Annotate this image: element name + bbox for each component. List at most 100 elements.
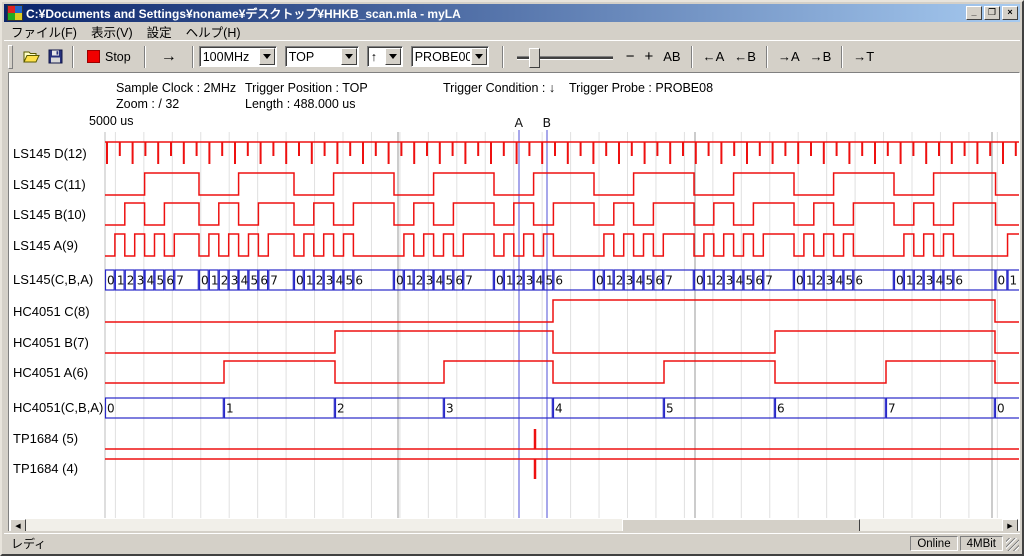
status-message: レディ [4,535,910,552]
svg-text:4: 4 [555,402,563,416]
floppy-disk-icon [48,49,63,64]
menu-bar: ファイル(F) 表示(V) 設定 ヘルプ(H) [4,22,1020,40]
toolbar-separator [502,46,504,68]
svg-text:0: 0 [107,274,115,288]
toolbar-separator [841,46,843,68]
waveform-panel: AB01234567012345670123456012345670123456… [8,72,1020,538]
svg-text:0: 0 [896,274,904,288]
time-division-label: 5000 us [89,114,133,128]
svg-text:5: 5 [746,274,754,288]
svg-text:4: 4 [436,274,444,288]
svg-text:2: 2 [316,274,324,288]
svg-text:2: 2 [616,274,624,288]
signal-ls145-b-10 [105,203,1019,225]
signal-hc4051-c-b-a: 012345670 [106,398,1020,418]
svg-text:2: 2 [127,274,135,288]
slider-thumb[interactable] [529,48,540,68]
svg-text:7: 7 [176,274,184,288]
svg-text:4: 4 [336,274,344,288]
zoom-slider[interactable] [515,46,615,68]
signal-label-tp1684-4: TP1684 (4) [13,461,78,476]
save-button[interactable] [43,45,67,69]
signal-hc4051-a-6 [105,361,1019,383]
title-bar[interactable]: C:¥Documents and Settings¥noname¥デスクトップ¥… [4,4,1020,22]
open-file-button[interactable] [19,45,43,69]
toolbar-grip[interactable] [8,45,13,69]
run-button[interactable]: → [151,46,187,68]
chevron-down-icon[interactable] [471,48,487,65]
svg-text:1: 1 [506,274,514,288]
waveform-canvas[interactable]: AB01234567012345670123456012345670123456… [9,73,1019,537]
svg-text:1: 1 [906,274,914,288]
svg-text:5: 5 [346,274,354,288]
maximize-button[interactable]: ❐ [984,6,1000,20]
zoom-out-button[interactable]: − [621,46,640,68]
set-b-button[interactable]: →B [805,46,837,68]
svg-text:5: 5 [946,274,954,288]
svg-text:5: 5 [646,274,654,288]
minimize-button[interactable]: _ [966,6,982,20]
info-zoom: Zoom : / 32 [116,97,179,111]
menu-settings[interactable]: 設定 [140,21,179,42]
svg-text:2: 2 [816,274,824,288]
signal-ls145-c-b-a: 0123456701234567012345601234567012345601… [106,270,1020,290]
ab-button[interactable]: AB [658,46,685,68]
svg-text:4: 4 [936,274,944,288]
trigger-position-value: TOP [286,50,340,64]
svg-text:4: 4 [836,274,844,288]
stop-button[interactable]: Stop [79,46,139,68]
svg-text:7: 7 [270,274,278,288]
svg-text:1: 1 [211,274,219,288]
svg-text:6: 6 [260,274,268,288]
svg-text:6: 6 [355,274,363,288]
svg-text:5: 5 [157,274,165,288]
set-a-button[interactable]: →A [773,46,805,68]
toolbar-separator [72,46,74,68]
toolbar: Stop → 100MHz TOP ↑ PROBE00 − + AB ←A [4,40,1020,72]
signal-label-ls145-b-10: LS145 B(10) [13,207,86,222]
signal-tp1684-4 [105,459,1019,479]
signal-hc4051-c-8 [105,300,1019,322]
menu-file[interactable]: ファイル(F) [4,21,84,42]
svg-text:0: 0 [396,274,404,288]
toolbar-separator [192,46,194,68]
toolbar-separator [691,46,693,68]
svg-text:0: 0 [696,274,704,288]
signal-label-ls145-c-b-a: LS145(C,B,A) [13,272,93,287]
svg-text:0: 0 [107,402,115,416]
trigger-position-combo[interactable]: TOP [285,46,359,67]
trigger-edge-combo[interactable]: ↑ [367,46,403,67]
svg-text:1: 1 [117,274,125,288]
info-length: Length : 488.000 us [245,97,356,111]
resize-grip[interactable] [1006,538,1019,551]
svg-text:0: 0 [496,274,504,288]
svg-text:5: 5 [666,402,674,416]
goto-a-button[interactable]: ←A [698,46,730,68]
menu-view[interactable]: 表示(V) [84,21,140,42]
chevron-down-icon[interactable] [385,48,401,65]
svg-text:6: 6 [655,274,663,288]
goto-b-button[interactable]: ←B [729,46,761,68]
info-trigger-probe: Trigger Probe : PROBE08 [569,81,713,95]
chevron-down-icon[interactable] [259,48,275,65]
svg-text:5: 5 [546,274,554,288]
toolbar-separator [766,46,768,68]
trigger-probe-combo[interactable]: PROBE00 [411,46,489,67]
cursor-markers[interactable]: AB [515,115,552,518]
trigger-probe-value: PROBE00 [412,50,470,64]
marker-b-label: B [543,115,552,130]
window-title: C:¥Documents and Settings¥noname¥デスクトップ¥… [26,5,962,22]
menu-help[interactable]: ヘルプ(H) [179,21,248,42]
svg-text:6: 6 [555,274,563,288]
close-button[interactable]: × [1002,6,1018,20]
signal-ls145-a-9 [105,234,1019,256]
chevron-down-icon[interactable] [341,48,357,65]
sample-clock-value: 100MHz [200,50,258,64]
goto-trigger-button[interactable]: →T [848,46,879,68]
svg-text:6: 6 [455,274,463,288]
svg-text:4: 4 [147,274,155,288]
svg-text:3: 3 [526,274,534,288]
zoom-in-button[interactable]: + [639,46,658,68]
svg-text:6: 6 [755,274,763,288]
sample-clock-combo[interactable]: 100MHz [199,46,277,67]
